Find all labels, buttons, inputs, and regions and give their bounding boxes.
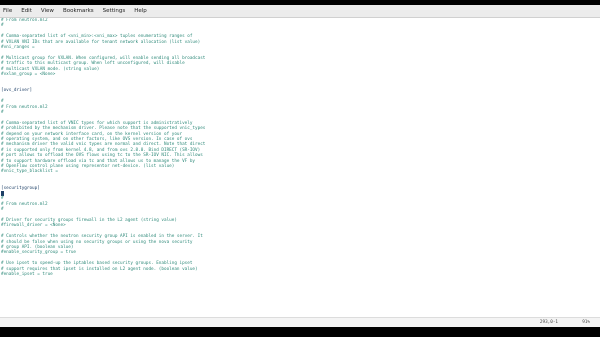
editor-line: #enable_ipset = true [1, 272, 53, 278]
cursor-position: 293,0-1 [539, 320, 558, 325]
menu-file[interactable]: File [3, 8, 12, 14]
editor-window: File Edit View Bookmarks Settings Help #… [0, 5, 600, 327]
menu-help[interactable]: Help [134, 8, 147, 14]
menu-bookmarks[interactable]: Bookmarks [63, 8, 94, 14]
menu-bar: File Edit View Bookmarks Settings Help [0, 5, 600, 18]
menu-settings[interactable]: Settings [103, 8, 126, 14]
menu-edit[interactable]: Edit [21, 8, 32, 14]
scroll-percent: 91% [582, 320, 590, 325]
menu-view[interactable]: View [41, 8, 54, 14]
text-editor-area[interactable]: # From neutron.ml2 # # Comma-separated lis… [0, 18, 600, 318]
status-bar: 293,0-1 91% [0, 317, 600, 327]
